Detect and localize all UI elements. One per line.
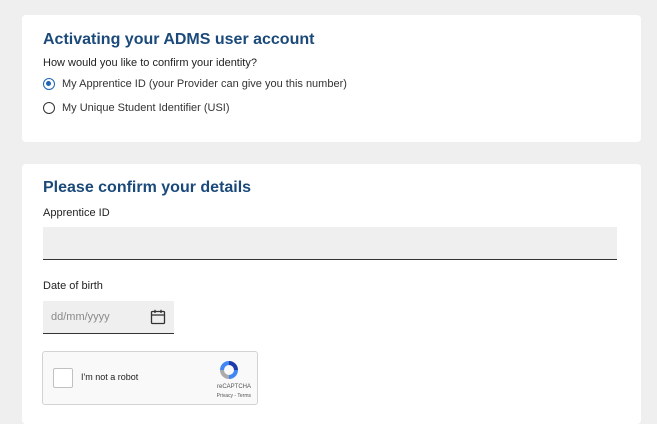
recaptcha-label: I'm not a robot — [81, 372, 139, 382]
radio-button-selected[interactable] — [43, 78, 55, 90]
recaptcha-widget: I'm not a robot reCAPTCHA Privacy - Term… — [42, 351, 258, 405]
radio-option-label: My Unique Student Identifier (USI) — [62, 102, 230, 114]
identity-card: Activating your ADMS user account How wo… — [22, 15, 641, 142]
radio-button[interactable] — [43, 102, 55, 114]
details-card-title: Please confirm your details — [43, 179, 252, 196]
radio-option-label: My Apprentice ID (your Provider can give… — [62, 78, 347, 90]
radio-option-apprentice-id[interactable]: My Apprentice ID (your Provider can give… — [43, 78, 347, 90]
recaptcha-logo-icon — [217, 358, 241, 387]
apprentice-id-label: Apprentice ID — [43, 207, 110, 219]
recaptcha-brand: reCAPTCHA — [216, 384, 251, 390]
calendar-icon[interactable] — [150, 309, 166, 325]
radio-option-usi[interactable]: My Unique Student Identifier (USI) — [43, 102, 230, 114]
apprentice-id-input[interactable] — [43, 227, 617, 260]
identity-question: How would you like to confirm your ident… — [43, 57, 257, 69]
dob-input[interactable]: dd/mm/yyyy — [43, 301, 174, 334]
recaptcha-privacy-terms[interactable]: Privacy - Terms — [217, 393, 251, 399]
dob-placeholder: dd/mm/yyyy — [51, 311, 110, 323]
details-card: Please confirm your details Apprentice I… — [22, 164, 641, 424]
dob-label: Date of birth — [43, 280, 103, 292]
identity-card-title: Activating your ADMS user account — [43, 31, 315, 48]
recaptcha-checkbox[interactable] — [53, 368, 73, 388]
